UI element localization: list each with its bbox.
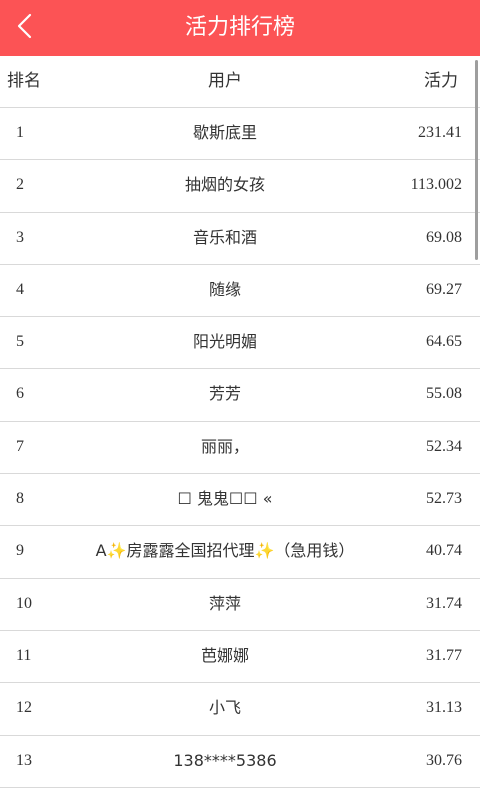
table-row[interactable]: 13 138****5386 30.76	[0, 736, 480, 788]
table-row[interactable]: 12 小飞 31.13	[0, 683, 480, 736]
table-header: 排名 用户 活力	[0, 56, 480, 108]
row-score: 31.74	[426, 594, 462, 612]
row-score: 55.08	[426, 385, 462, 403]
row-user: 芳芳	[208, 384, 241, 404]
row-user: A✨房露露全国招代理✨（急用钱）	[95, 541, 355, 561]
column-header-user: 用户	[208, 71, 242, 91]
row-score: 69.08	[426, 228, 462, 246]
back-button[interactable]	[0, 0, 50, 56]
row-user: 小飞	[208, 698, 241, 718]
row-score: 31.77	[426, 646, 462, 664]
table-row[interactable]: 11 芭娜娜 31.77	[0, 631, 480, 684]
scrollbar[interactable]	[475, 60, 478, 260]
row-score: 231.41	[418, 124, 462, 141]
table-row[interactable]: 10 萍萍 31.74	[0, 579, 480, 631]
table-row[interactable]: 6 芳芳 55.08	[0, 369, 480, 422]
table-row[interactable]: 4 随缘 69.27	[0, 265, 480, 318]
row-user: 抽烟的女孩	[184, 175, 265, 195]
row-score: 52.34	[426, 437, 462, 455]
row-score: 30.76	[426, 751, 462, 769]
row-user: 阳光明媚	[192, 332, 257, 352]
row-score: 69.27	[426, 280, 462, 298]
ranking-list: 1 歇斯底里 231.41 2 抽烟的女孩 113.002 3 音乐和酒 69.…	[0, 108, 480, 788]
row-score: 52.73	[426, 490, 462, 508]
table-row[interactable]: 7 丽丽， 52.34	[0, 422, 480, 475]
row-score: 31.13	[426, 699, 462, 717]
row-score: 113.002	[410, 176, 462, 194]
row-user: 芭娜娜	[200, 645, 249, 665]
chevron-left-icon	[15, 11, 35, 45]
row-score: 40.74	[426, 542, 462, 560]
row-score: 64.65	[426, 333, 462, 351]
page-title: 活力排行榜	[184, 15, 295, 40]
table-row[interactable]: 3 音乐和酒 69.08	[0, 213, 480, 265]
ranking-screen: 活力排行榜 排名 用户 活力 1 歇斯底里 231.41 2 抽烟的女孩 113…	[0, 0, 480, 800]
row-user: 歇斯底里	[192, 123, 257, 142]
table-row[interactable]: 2 抽烟的女孩 113.002	[0, 160, 480, 213]
row-user: 138****5386	[173, 750, 277, 770]
row-user: ☐ 鬼鬼☐☐ «	[177, 489, 273, 509]
table-row[interactable]: 1 歇斯底里 231.41	[0, 108, 480, 161]
row-user: 萍萍	[208, 593, 241, 613]
table-row[interactable]: 8 ☐ 鬼鬼☐☐ « 52.73	[0, 474, 480, 527]
title-bar: 活力排行榜	[0, 0, 480, 56]
row-user: 随缘	[208, 279, 241, 299]
row-user: 音乐和酒	[192, 227, 257, 247]
table-row[interactable]: 9 A✨房露露全国招代理✨（急用钱） 40.74	[0, 526, 480, 579]
row-user: 丽丽，	[200, 436, 249, 456]
column-header-score: 活力	[424, 71, 458, 91]
table-row[interactable]: 5 阳光明媚 64.65	[0, 317, 480, 370]
